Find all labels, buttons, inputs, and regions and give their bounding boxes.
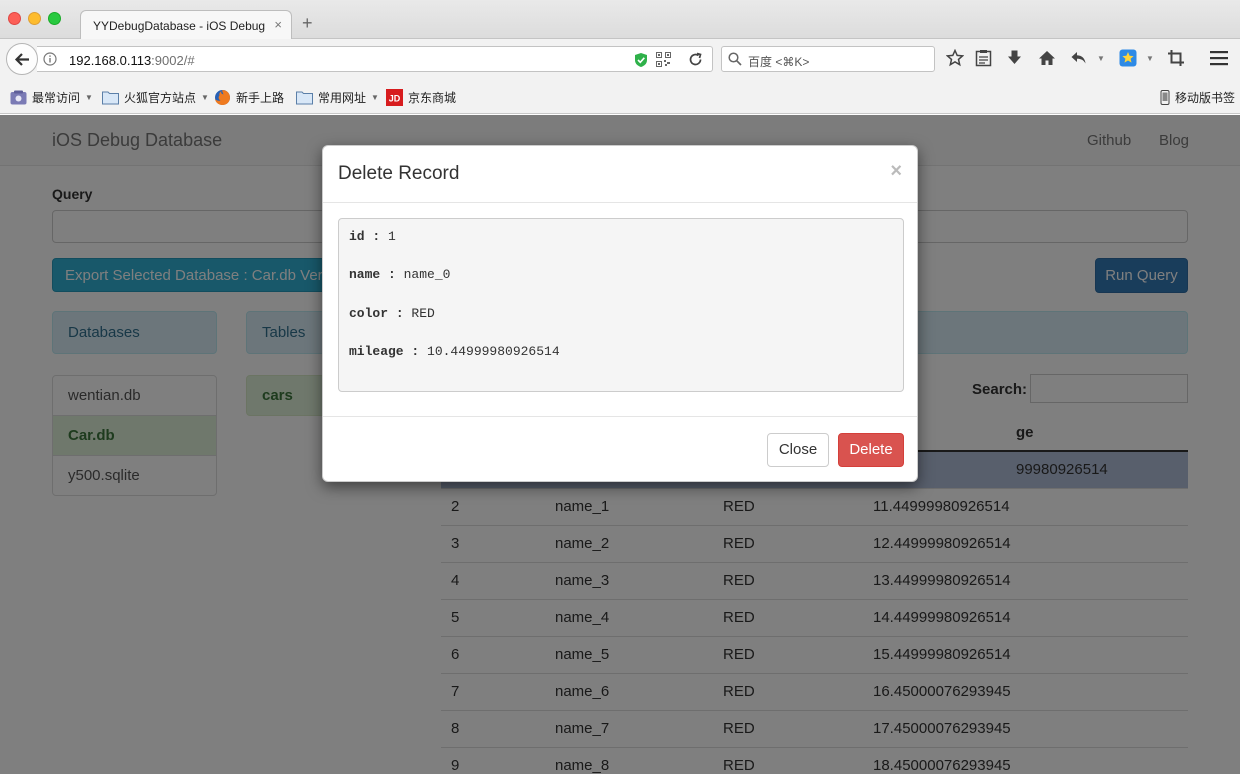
- browser-tab-bar: YYDebugDatabase - iOS Debug D × +: [0, 0, 1240, 40]
- qr-code-icon[interactable]: [656, 52, 671, 67]
- svg-text:JD: JD: [389, 93, 401, 103]
- extension-star-icon[interactable]: [1119, 49, 1137, 67]
- delete-button[interactable]: Delete: [838, 433, 904, 467]
- close-icon[interactable]: ×: [890, 161, 902, 181]
- home-icon[interactable]: [1038, 49, 1056, 67]
- record-field-color: color : RED: [349, 305, 435, 321]
- modal-header: Delete Record ×: [323, 146, 917, 203]
- new-tab-button[interactable]: +: [302, 14, 313, 32]
- folder-icon: [102, 91, 119, 104]
- bookmark-common-urls[interactable]: 常用网址 ▼: [296, 88, 379, 106]
- chevron-down-icon: ▼: [85, 92, 93, 102]
- chevron-down-icon: ▼: [201, 92, 209, 102]
- crop-icon[interactable]: [1167, 49, 1185, 67]
- chevron-down-icon: ▼: [371, 92, 379, 102]
- bookmark-most-visited[interactable]: 最常访问 ▼: [10, 88, 93, 106]
- tab-title: YYDebugDatabase - iOS Debug D: [93, 19, 265, 33]
- shield-icon[interactable]: [634, 52, 648, 68]
- record-field-id: id : 1: [349, 229, 396, 244]
- extension-caret-icon[interactable]: ▼: [1146, 54, 1154, 63]
- undo-caret-icon[interactable]: ▼: [1097, 54, 1105, 63]
- firefox-icon: [215, 89, 230, 105]
- browser-toolbar: 192.168.0.113:9002/# 百度 <⌘K> ▼ ▼: [0, 39, 1240, 79]
- menu-icon[interactable]: [1210, 50, 1228, 66]
- bookmark-firefox-sites[interactable]: 火狐官方站点 ▼: [102, 88, 209, 106]
- bookmarks-bar: 最常访问 ▼ 火狐官方站点 ▼ 新手上路 常用网址 ▼ JD 京东商城 移动版书…: [0, 79, 1240, 114]
- bookmark-star-icon[interactable]: [946, 49, 964, 67]
- most-visited-icon: [10, 90, 27, 104]
- back-button[interactable]: [6, 43, 38, 75]
- reload-icon[interactable]: [688, 52, 703, 67]
- mobile-icon: [1160, 89, 1170, 105]
- delete-record-modal: Delete Record × id : 1 name : name_0 col…: [322, 145, 918, 482]
- back-arrow-icon: [14, 53, 29, 66]
- search-icon: [728, 52, 742, 66]
- close-button[interactable]: Close: [767, 433, 829, 467]
- search-bar[interactable]: 百度 <⌘K>: [721, 46, 935, 72]
- download-icon[interactable]: [1006, 49, 1023, 67]
- window-minimize-button[interactable]: [28, 12, 41, 25]
- bookmark-jd[interactable]: JD 京东商城: [386, 88, 456, 106]
- bookmark-getting-started[interactable]: 新手上路: [214, 88, 284, 106]
- bookmark-mobile[interactable]: 移动版书签: [1160, 88, 1235, 106]
- tab-close-icon[interactable]: ×: [274, 17, 282, 32]
- url-bar[interactable]: 192.168.0.113:9002/#: [37, 46, 713, 72]
- modal-title: Delete Record: [338, 163, 460, 184]
- record-details: id : 1 name : name_0 color : RED mileage…: [338, 218, 904, 392]
- search-placeholder: 百度 <⌘K>: [748, 55, 810, 69]
- jd-icon: JD: [386, 88, 403, 106]
- url-text[interactable]: 192.168.0.113:9002/#: [69, 53, 195, 68]
- record-field-name: name : name_0: [349, 267, 451, 283]
- undo-icon[interactable]: [1070, 49, 1088, 67]
- window-close-button[interactable]: [8, 12, 21, 25]
- record-field-mileage: mileage : 10.44999980926514: [349, 343, 560, 359]
- info-icon[interactable]: [43, 52, 57, 66]
- window-zoom-button[interactable]: [48, 12, 61, 25]
- browser-tab[interactable]: YYDebugDatabase - iOS Debug D ×: [80, 10, 292, 40]
- reading-list-icon[interactable]: [975, 49, 992, 67]
- folder-icon: [296, 91, 313, 104]
- modal-footer: Close Delete: [323, 416, 917, 482]
